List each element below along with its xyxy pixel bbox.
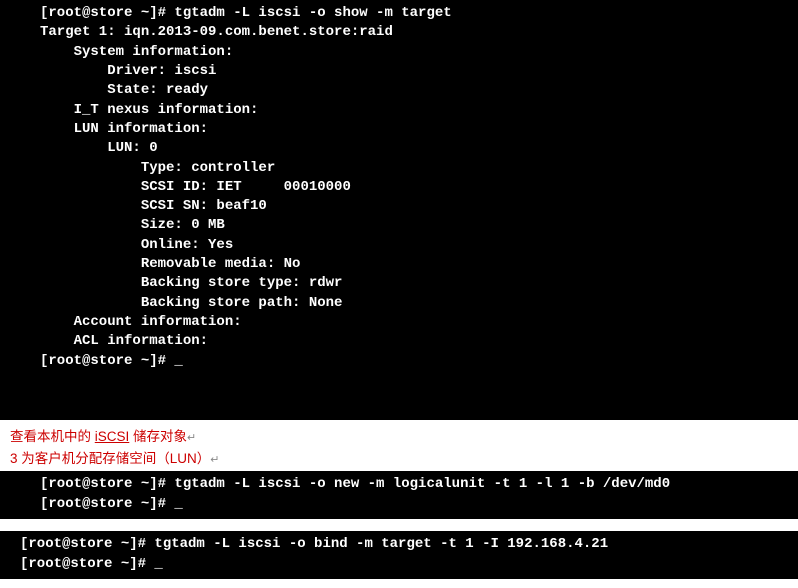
shell-command: tgtadm -L iscsi -o new -m logicalunit -t… xyxy=(174,476,670,492)
spacer xyxy=(0,523,798,531)
terminal-output-3: [root@store ~]# tgtadm -L iscsi -o bind … xyxy=(0,531,798,579)
shell-prompt: [root@store ~]# xyxy=(40,476,174,492)
shell-prompt: [root@store ~]# xyxy=(40,353,174,369)
cursor-icon xyxy=(174,496,182,512)
annotation-text: 查看本机中的 xyxy=(10,429,95,444)
cursor-icon xyxy=(174,353,182,369)
shell-prompt: [root@store ~]# xyxy=(20,536,154,552)
shell-prompt: [root@store ~]# xyxy=(40,5,174,21)
shell-command: tgtadm -L iscsi -o show -m target xyxy=(174,5,451,21)
shell-prompt: [root@store ~]# xyxy=(40,496,174,512)
annotation-line-2: 3 为客户机分配存储空间（LUN）↵ xyxy=(10,448,788,470)
return-arrow-icon: ↵ xyxy=(187,432,196,444)
shell-command: tgtadm -L iscsi -o bind -m target -t 1 -… xyxy=(154,536,608,552)
return-arrow-icon: ↵ xyxy=(210,454,219,466)
iscsi-link[interactable]: iSCSI xyxy=(95,429,130,444)
terminal-output-1: [root@store ~]# tgtadm -L iscsi -o show … xyxy=(0,0,798,420)
annotation-text: 储存对象 xyxy=(129,429,187,444)
annotation-line-1: 查看本机中的 iSCSI 储存对象↵ xyxy=(10,426,788,448)
command-output: Target 1: iqn.2013-09.com.benet.store:ra… xyxy=(40,24,393,349)
shell-prompt: [root@store ~]# xyxy=(20,556,154,572)
annotation-block: 查看本机中的 iSCSI 储存对象↵ 3 为客户机分配存储空间（LUN）↵ xyxy=(0,424,798,471)
annotation-text: 3 为客户机分配存储空间（LUN） xyxy=(10,451,210,466)
cursor-icon xyxy=(154,556,162,572)
terminal-output-2: [root@store ~]# tgtadm -L iscsi -o new -… xyxy=(0,471,798,519)
